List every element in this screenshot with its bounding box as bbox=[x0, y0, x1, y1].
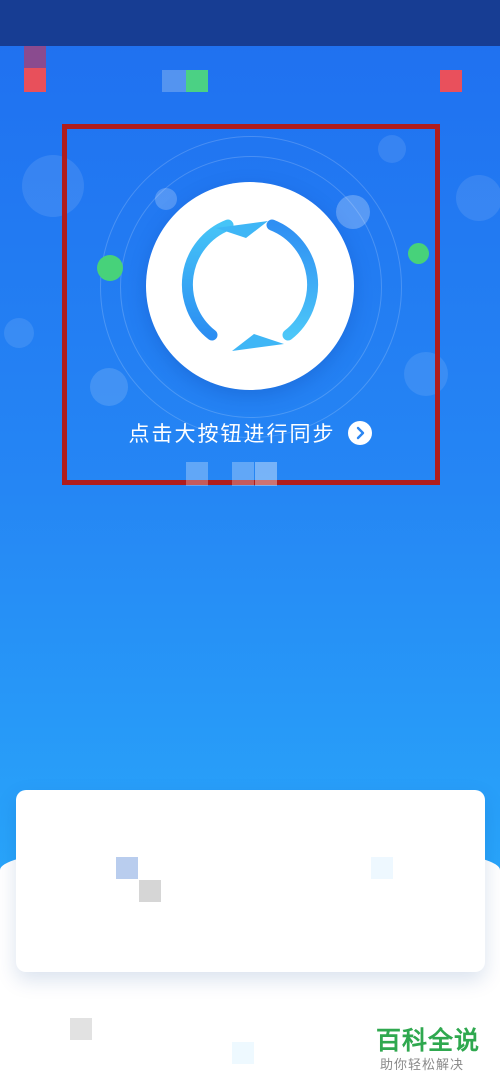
obscured-tab bbox=[255, 462, 277, 486]
menu-icon[interactable] bbox=[440, 70, 462, 92]
decorative-bubble bbox=[4, 318, 34, 348]
card-obscured-mark bbox=[371, 857, 393, 879]
title-obscured-icon bbox=[186, 70, 208, 92]
obscured-tab bbox=[186, 462, 208, 486]
status-bar bbox=[0, 0, 500, 46]
watermark-title: 百科全说 bbox=[376, 1026, 481, 1055]
sync-caption[interactable]: 点击大按钮进行同步 bbox=[80, 415, 420, 451]
footer-obscured bbox=[70, 1018, 92, 1040]
decorative-bubble bbox=[456, 175, 500, 221]
watermark-subtitle: 助你轻松解决 bbox=[380, 1058, 465, 1073]
back-icon[interactable] bbox=[24, 46, 46, 68]
card-obscured-icon bbox=[116, 857, 138, 879]
title-obscured bbox=[162, 70, 186, 92]
info-card[interactable] bbox=[16, 790, 485, 972]
obscured-tab bbox=[232, 462, 254, 486]
chevron-right-icon[interactable] bbox=[347, 421, 372, 445]
footer-obscured bbox=[232, 1042, 254, 1064]
sync-screen: 点击大按钮进行同步 百科全说 助你轻松解决 bbox=[0, 0, 500, 1084]
card-obscured-icon bbox=[139, 880, 161, 902]
back-icon-lower bbox=[24, 68, 46, 92]
sync-caption-text: 点击大按钮进行同步 bbox=[128, 422, 336, 446]
chevron-right-icon-glyph bbox=[356, 426, 364, 440]
